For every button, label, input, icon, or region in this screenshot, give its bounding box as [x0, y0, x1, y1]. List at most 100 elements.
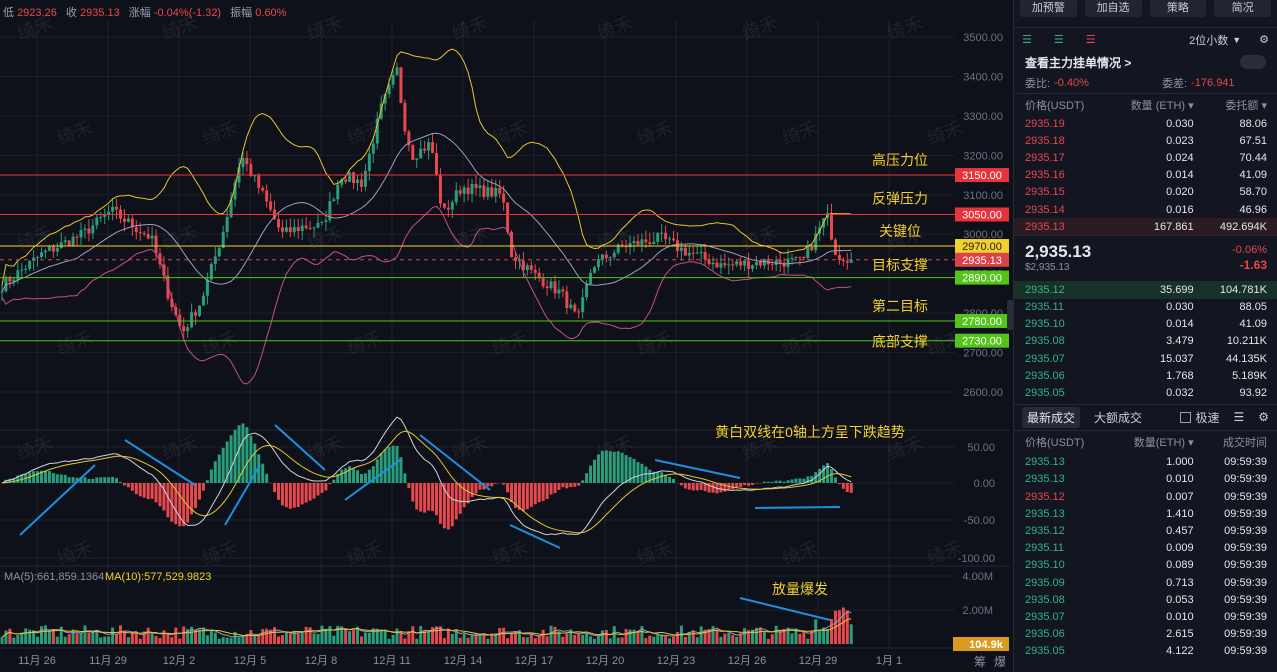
macd-bar [446, 483, 450, 530]
volume-bar [510, 632, 514, 644]
quantity: 0.007 [1166, 490, 1194, 503]
volume-bar [371, 628, 375, 644]
volume-bar [280, 635, 284, 644]
price: 2935.12 [1025, 283, 1065, 296]
candle-body [217, 248, 221, 257]
trade-row[interactable]: 2935.05 4.122 09:59:39 [1014, 643, 1277, 660]
date-tick: 12月 23 [657, 655, 696, 667]
order-row[interactable]: 2935.15 0.020 58.70 [1014, 184, 1277, 201]
candle-body [593, 267, 596, 273]
trade-row[interactable]: 2935.06 2.615 09:59:39 [1014, 626, 1277, 643]
macd-bar [379, 453, 383, 483]
add-watchlist-button[interactable]: 加自选 [1084, 0, 1142, 17]
volume-bar [0, 637, 4, 644]
trade-row[interactable]: 2935.13 1.410 09:59:39 [1014, 505, 1277, 522]
watermark: 绮禾 [345, 538, 386, 569]
macd-bar [277, 483, 280, 500]
order-row[interactable]: 2935.08 3.479 10.211K [1014, 333, 1277, 350]
fast-label: 极速 [1195, 410, 1220, 425]
macd-bar [589, 465, 593, 483]
strategy-button[interactable]: 策略 [1149, 0, 1207, 17]
order-row[interactable]: 2935.12 35.699 104.781K [1014, 281, 1277, 299]
main-orders-link[interactable]: 查看主力挂单情况 > [1025, 54, 1240, 71]
macd-bar [438, 483, 442, 524]
volume-bar [419, 625, 423, 644]
macd-bar [593, 459, 596, 483]
candle-body [363, 170, 367, 187]
macd-bar [833, 477, 837, 483]
liquidation-button[interactable]: 爆 [994, 655, 1006, 669]
watermark: 绮禾 [635, 118, 676, 149]
order-row[interactable]: 2935.19 0.030 88.06 [1014, 115, 1277, 132]
tab-large-trades[interactable]: 大额成交 [1094, 409, 1142, 426]
volume-bar [12, 637, 16, 644]
volume-bar [573, 635, 577, 644]
volume-bar [719, 636, 723, 644]
candle-body [454, 190, 458, 203]
level-price: 2780.00 [962, 316, 1002, 328]
macd-bar [284, 483, 288, 508]
ratio-value: -0.40% [1054, 77, 1089, 89]
watermark: 绮禾 [55, 118, 96, 149]
book-view-asks-icon[interactable]: ☰ [1086, 33, 1096, 46]
candle-body [727, 264, 731, 266]
trade-row[interactable]: 2935.10 0.089 09:59:39 [1014, 557, 1277, 574]
trade-row[interactable]: 2935.08 0.053 09:59:39 [1014, 591, 1277, 608]
candle-body [205, 279, 209, 296]
low-value: 2923.26 [17, 7, 57, 19]
col-amount[interactable]: 委托额 ▾ [1194, 97, 1267, 113]
volume-bar [478, 634, 482, 644]
col-qty[interactable]: 数量 (ETH) ▾ [1098, 97, 1194, 113]
order-row[interactable]: 2935.11 0.030 88.05 [1014, 299, 1277, 316]
trade-row[interactable]: 2935.12 0.457 09:59:39 [1014, 522, 1277, 539]
trade-row[interactable]: 2935.13 0.010 09:59:39 [1014, 471, 1277, 488]
candle-body [845, 261, 849, 263]
order-row[interactable]: 2935.07 15.037 44.135K [1014, 350, 1277, 367]
volume-bar [845, 610, 849, 644]
settings-icon[interactable]: ⚙ [1259, 33, 1269, 46]
settings-icon[interactable]: ⚙ [1258, 410, 1269, 424]
candle-body [494, 187, 498, 197]
chips-button[interactable]: 筹 [974, 655, 986, 669]
volume-bar [656, 633, 660, 644]
kline-chart[interactable]: 11月 26 11月 29 12月 2 12月 5 12月 8 12月 11 12月 14 1… [0, 0, 1013, 672]
macd-bar [474, 483, 478, 494]
list-icon[interactable]: ☰ [1233, 410, 1244, 424]
trade-row[interactable]: 2935.12 0.007 09:59:39 [1014, 488, 1277, 505]
price: 2935.10 [1025, 318, 1065, 331]
quantity: 0.713 [1166, 576, 1194, 589]
col-qty[interactable]: 数量(ETH) ▾ [1098, 434, 1194, 450]
order-row[interactable]: 2935.14 0.016 46.96 [1014, 201, 1277, 218]
volume-bar [383, 630, 387, 644]
trade-row[interactable]: 2935.11 0.009 09:59:39 [1014, 540, 1277, 557]
order-row[interactable]: 2935.10 0.014 41.09 [1014, 316, 1277, 333]
candle-body [569, 304, 573, 309]
overview-button[interactable]: 简况 [1214, 0, 1271, 17]
book-view-both-icon[interactable]: ☰ [1022, 33, 1032, 46]
trade-row[interactable]: 2935.07 0.010 09:59:39 [1014, 608, 1277, 625]
macd-bar [581, 480, 585, 483]
add-alert-button[interactable]: 加预警 [1020, 0, 1077, 17]
candle-body [636, 240, 640, 245]
trade-row[interactable]: 2935.13 1.000 09:59:39 [1014, 454, 1277, 471]
candle-body [308, 228, 312, 230]
volume-bar [352, 630, 356, 644]
main-orders-toggle[interactable] [1240, 55, 1266, 69]
macd-bar [146, 483, 150, 500]
order-row[interactable]: 2935.17 0.024 70.44 [1014, 149, 1277, 166]
volume-bar [24, 628, 28, 644]
fast-checkbox[interactable] [1180, 411, 1192, 423]
decimals-select[interactable]: 2位小数 [1189, 32, 1228, 48]
order-row[interactable]: 2935.16 0.014 41.09 [1014, 167, 1277, 184]
volume-bar [683, 636, 687, 644]
tab-latest-trades[interactable]: 最新成交 [1022, 406, 1081, 428]
volume-bar [442, 638, 446, 644]
order-row[interactable]: 2935.05 0.032 93.92 [1014, 384, 1277, 401]
trade-row[interactable]: 2935.09 0.713 09:59:39 [1014, 574, 1277, 591]
order-row[interactable]: 2935.13 167.861 492.694K [1014, 218, 1277, 236]
macd-bar [87, 479, 91, 483]
order-row[interactable]: 2935.06 1.768 5.189K [1014, 367, 1277, 384]
book-view-bids-icon[interactable]: ☰ [1054, 33, 1064, 46]
order-row[interactable]: 2935.18 0.023 67.51 [1014, 132, 1277, 149]
price: 2935.10 [1025, 559, 1065, 572]
